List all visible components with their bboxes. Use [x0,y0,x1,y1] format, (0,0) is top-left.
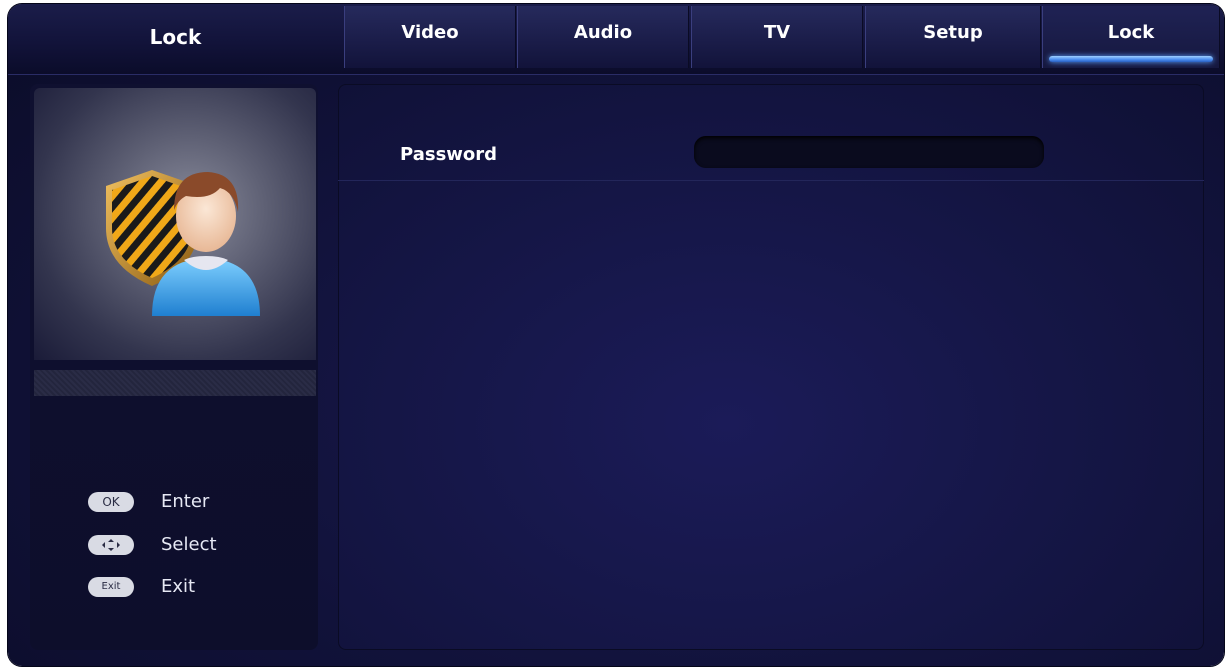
hint-enter-label: Enter [161,491,210,512]
password-input[interactable] [694,136,1044,168]
settings-panel: Password [338,84,1204,650]
tab-setup-label: Setup [923,22,983,43]
ok-button-icon: OK [88,491,134,512]
tab-video-label: Video [401,22,459,43]
dpad-icon [88,534,134,555]
hint-select: Select [88,534,217,555]
hint-enter: OK Enter [88,491,209,512]
password-row[interactable]: Password [338,124,1204,181]
lock-menu-window: Lock Video Audio TV Setup Lock OK Enter … [8,4,1224,666]
password-label: Password [400,144,498,165]
active-tab-indicator [1049,56,1213,62]
sidebar-divider [34,370,316,396]
tab-audio[interactable]: Audio [517,6,689,68]
tab-audio-label: Audio [573,22,633,43]
hint-exit-label: Exit [161,576,196,597]
tab-video[interactable]: Video [344,6,516,68]
tab-lock[interactable]: Lock [1042,6,1220,68]
lock-illustration [34,88,316,360]
sidebar: OK Enter Select Exit Exit [30,84,318,650]
tab-setup[interactable]: Setup [865,6,1041,68]
tab-lock-label: Lock [1107,22,1155,43]
tab-tv[interactable]: TV [691,6,863,68]
page-title: Lock [149,25,202,49]
exit-button-icon: Exit [88,576,134,597]
tab-tv-label: TV [763,22,791,43]
hint-exit: Exit Exit [88,576,195,597]
hint-select-label: Select [161,534,217,555]
menu-header: Lock Video Audio TV Setup Lock [8,4,1224,75]
user-lock-icon [106,170,260,316]
